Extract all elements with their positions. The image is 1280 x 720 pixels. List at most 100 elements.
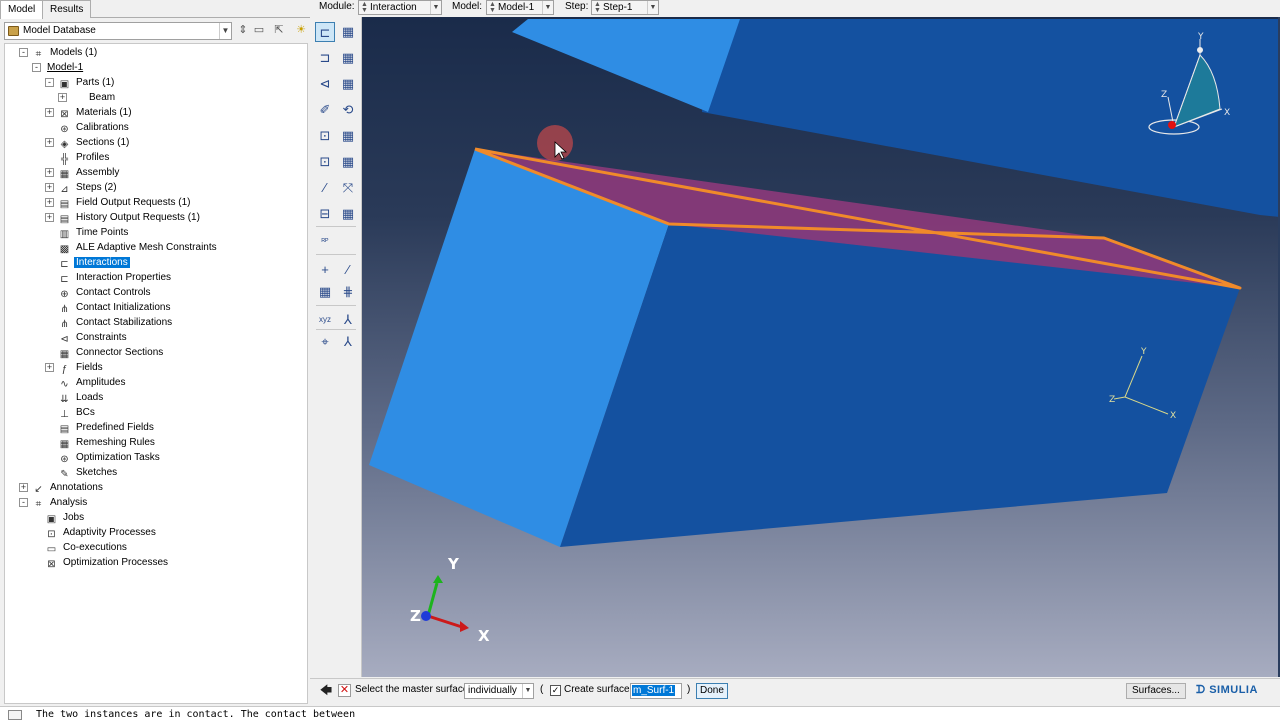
model-tree[interactable]: - ⌗ Models (1) - Model-1- ▣ Parts (1) + Beam + ⊠ Ma… [4, 43, 308, 704]
tree-item[interactable]: + ▦ Assembly [45, 165, 121, 180]
collapse-icon[interactable]: - [32, 63, 41, 72]
lightbulb-icon[interactable]: ☀ [294, 23, 308, 37]
chevron-down-icon[interactable]: ▼ [647, 1, 658, 14]
expand-icon[interactable]: + [45, 198, 54, 207]
move-up-down-icon[interactable]: ⇕ [236, 23, 250, 37]
tree-item[interactable]: ▭ Co-executions [45, 540, 129, 555]
tree-item[interactable]: ▤ Predefined Fields [58, 420, 156, 435]
tree-item[interactable]: ⊲ Constraints [58, 330, 129, 345]
chevron-down-icon[interactable]: ▼ [430, 1, 441, 14]
tree-item[interactable]: ⇊ Loads [58, 390, 105, 405]
tree-item[interactable]: + ▤ Field Output Requests (1) [45, 195, 193, 210]
step-select[interactable]: ▲ ▼ Step-1 ▼ [591, 0, 659, 15]
create-constraint-icon[interactable]: ⊲ [315, 74, 335, 94]
tree-item[interactable]: - ⌗ Models (1) [19, 45, 99, 60]
tree-item[interactable]: + ƒ Fields [45, 360, 105, 375]
selection-method-select[interactable]: individually ▼ [464, 683, 534, 699]
tree-item[interactable]: + ▤ History Output Requests (1) [45, 210, 202, 225]
query-icon[interactable]: ⌖ [315, 332, 335, 352]
amplitude-manager-icon[interactable]: ▦ [338, 152, 358, 172]
expand-icon[interactable]: + [58, 93, 67, 102]
spinner-icon[interactable]: ▲ ▼ [594, 1, 601, 14]
create-field-icon[interactable]: ⊡ [315, 126, 335, 146]
surface-name-input[interactable]: m_Surf-1 [630, 683, 682, 699]
tree-item[interactable]: ⊕ Contact Controls [58, 285, 152, 300]
create-surface-checkbox[interactable]: ✓ [550, 685, 561, 696]
create-datum-point-icon[interactable]: + [315, 260, 335, 280]
field-manager-icon[interactable]: ▦ [338, 126, 358, 146]
folder-icon[interactable]: ▭ [252, 23, 266, 37]
spinner-icon[interactable]: ▲ ▼ [489, 1, 496, 14]
datum-plane-icon[interactable]: ⋕ [338, 282, 358, 302]
spinner-icon[interactable]: ▲ ▼ [361, 1, 368, 14]
tree-item[interactable]: ∿ Amplitudes [58, 375, 127, 390]
tree-item[interactable]: ✎ Sketches [58, 465, 119, 480]
tree-item[interactable]: ⋔ Contact Stabilizations [58, 315, 174, 330]
chevron-down-icon[interactable]: ▼ [522, 684, 533, 698]
create-connector-icon[interactable]: ✐ [315, 100, 335, 120]
cancel-icon[interactable]: ✕ [338, 684, 351, 697]
create-datum-axis-icon[interactable]: ⁄ [338, 260, 358, 280]
tree-item[interactable]: ⊏ Interaction Properties [58, 270, 173, 285]
tab-results[interactable]: Results [42, 0, 92, 18]
message-icon[interactable] [8, 710, 22, 720]
tree-item[interactable]: ⊛ Calibrations [58, 120, 131, 135]
tree-item[interactable]: - ▣ Parts (1) [45, 75, 116, 90]
tree-item[interactable]: ▦ Connector Sections [58, 345, 165, 360]
chevron-down-icon[interactable]: ▼ [219, 23, 231, 39]
create-interaction-icon[interactable]: ⊏ [315, 22, 335, 42]
tree-item[interactable]: + ◈ Sections (1) [45, 135, 131, 150]
tree-item[interactable]: ▥ Time Points [58, 225, 130, 240]
tree-item[interactable]: ╬ Profiles [58, 150, 111, 165]
tree-item[interactable]: ⊛ Optimization Tasks [58, 450, 162, 465]
tree-item[interactable]: ⋔ Contact Initializations [58, 300, 173, 315]
tab-model[interactable]: Model [0, 0, 44, 19]
tree-item[interactable]: ⊏ Interactions [58, 255, 130, 270]
view-csys-icon[interactable]: ⅄ [338, 332, 358, 352]
interaction-property-manager-icon[interactable]: ▦ [338, 48, 358, 68]
done-button[interactable]: Done [696, 683, 728, 699]
database-select[interactable]: Model Database ▼ [4, 22, 232, 40]
expand-icon[interactable]: + [45, 138, 54, 147]
tree-item[interactable]: ⊡ Adaptivity Processes [45, 525, 158, 540]
tree-item[interactable]: + ↙ Annotations [19, 480, 105, 495]
expand-icon[interactable]: + [19, 483, 28, 492]
partition-icon[interactable]: ▦ [315, 282, 335, 302]
datum-csys-manager-icon[interactable]: ⅄ [338, 310, 358, 330]
collapse-icon[interactable]: - [19, 48, 28, 57]
surfaces-button[interactable]: Surfaces... [1126, 683, 1186, 699]
tree-item[interactable]: + ⊿ Steps (2) [45, 180, 119, 195]
model-scene[interactable]: Y X Z Y X Z Y X Z [362, 17, 1280, 677]
tree-item[interactable]: - Model-1 [32, 60, 85, 75]
tree-item[interactable]: ⊠ Optimization Processes [45, 555, 170, 570]
tree-item[interactable]: ⊥ BCs [58, 405, 97, 420]
create-connector-assignment-icon[interactable]: ⤧ [338, 178, 358, 198]
create-wire-icon[interactable]: ⁄ [315, 178, 335, 198]
load-manager-icon[interactable]: ▦ [338, 204, 358, 224]
create-datum-csys-icon[interactable]: xyz [315, 310, 335, 330]
create-interaction-property-icon[interactable]: ⊐ [315, 48, 335, 68]
module-select[interactable]: ▲ ▼ Interaction ▼ [358, 0, 442, 15]
expand-icon[interactable]: + [45, 168, 54, 177]
tree-item[interactable]: - ⌗ Analysis [19, 495, 89, 510]
expand-icon[interactable]: + [45, 213, 54, 222]
chevron-down-icon[interactable]: ▼ [542, 1, 553, 14]
tree-item[interactable]: + Beam [58, 90, 117, 105]
model-select[interactable]: ▲ ▼ Model-1 ▼ [486, 0, 554, 15]
expand-icon[interactable]: + [45, 183, 54, 192]
part-instance-upper-side-face[interactable] [512, 19, 740, 112]
create-load-icon[interactable]: ⊟ [315, 204, 335, 224]
interaction-manager-icon[interactable]: ▦ [338, 22, 358, 42]
tree-item[interactable]: + ⊠ Materials (1) [45, 105, 134, 120]
tree-item[interactable]: ▦ Remeshing Rules [58, 435, 157, 450]
graphics-viewport[interactable]: Y X Z Y X Z Y X Z [362, 17, 1280, 677]
expand-icon[interactable]: + [45, 363, 54, 372]
collapse-icon[interactable]: - [45, 78, 54, 87]
tree-item[interactable]: ▩ ALE Adaptive Mesh Constraints [58, 240, 219, 255]
create-connector-section-icon[interactable]: ⟲ [338, 100, 358, 120]
constraint-manager-icon[interactable]: ▦ [338, 74, 358, 94]
tree-item[interactable]: ▣ Jobs [45, 510, 86, 525]
expand-icon[interactable]: + [45, 108, 54, 117]
collapse-icon[interactable]: - [19, 498, 28, 507]
back-arrow-icon[interactable]: 🡄 [319, 684, 333, 697]
